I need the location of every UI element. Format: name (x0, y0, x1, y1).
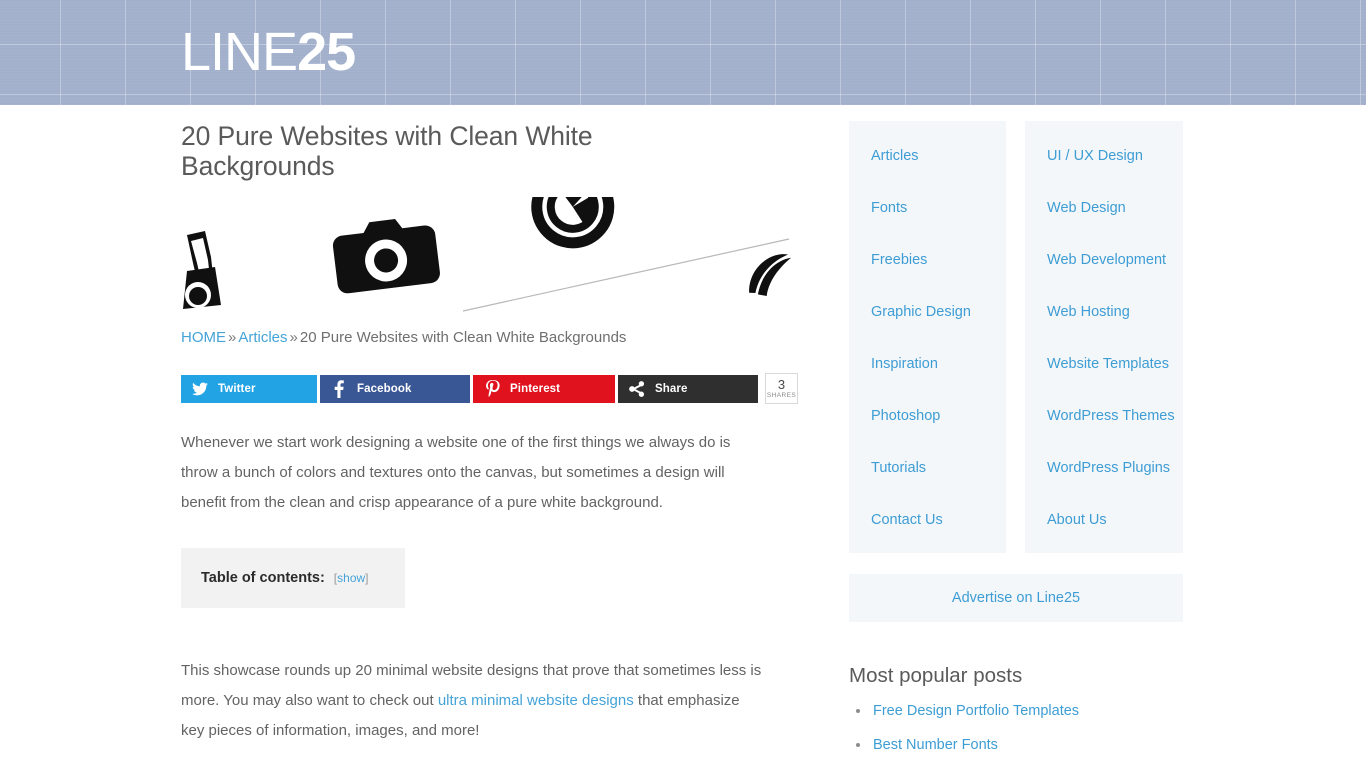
social-share-bar: Twitter Facebook Pinterest Share 3 SHARE… (181, 373, 801, 404)
share-twitter-label: Twitter (218, 383, 256, 395)
breadcrumb-separator: » (289, 329, 298, 346)
intro-paragraph: Whenever we start work designing a websi… (181, 434, 731, 511)
sidebar-item-tutorials[interactable]: Tutorials (871, 459, 1006, 477)
popular-posts-heading: Most popular posts (849, 664, 1023, 687)
share-count-label: SHARES (766, 391, 797, 399)
pinterest-icon (483, 380, 501, 398)
share-twitter-button[interactable]: Twitter (181, 375, 317, 403)
share-more-button[interactable]: Share (618, 375, 758, 403)
share-more-label: Share (655, 383, 688, 395)
share-pinterest-label: Pinterest (510, 383, 561, 395)
sidebar-item-wordpress-plugins[interactable]: WordPress Plugins (1047, 459, 1183, 477)
sidebar-item-graphic-design[interactable]: Graphic Design (871, 303, 1006, 321)
list-item: Best Number Fonts (849, 735, 1183, 755)
sidebar-item-wordpress-themes[interactable]: WordPress Themes (1047, 407, 1183, 425)
sidebar-item-web-design[interactable]: Web Design (1047, 199, 1183, 217)
sidebar: Articles Fonts Freebies Graphic Design I… (849, 121, 1183, 768)
share-facebook-button[interactable]: Facebook (320, 375, 470, 403)
table-of-contents-toggle[interactable]: [show] (334, 571, 369, 585)
site-header: LINE25 (0, 0, 1366, 105)
page-title: 20 Pure Websites with Clean White Backgr… (181, 121, 593, 181)
table-of-contents-label: Table of contents: (201, 570, 325, 586)
featured-image-graphic (181, 197, 801, 315)
breadcrumb-link-home[interactable]: HOME (181, 329, 226, 346)
sidebar-item-web-hosting[interactable]: Web Hosting (1047, 303, 1183, 321)
sidebar-item-inspiration[interactable]: Inspiration (871, 355, 1006, 373)
logo-text-bold: 25 (297, 22, 356, 82)
facebook-icon (330, 380, 348, 398)
popular-post-link-2[interactable]: Best Number Fonts (873, 737, 998, 753)
popular-post-link-1[interactable]: Free Design Portfolio Templates (873, 703, 1079, 719)
inline-link-ultra-minimal[interactable]: ultra minimal website designs (438, 692, 634, 709)
list-item: Free Design Portfolio Templates (849, 701, 1183, 721)
sidebar-item-about-us[interactable]: About Us (1047, 511, 1183, 529)
advertise-box[interactable]: Advertise on Line25 (849, 574, 1183, 622)
sidebar-item-website-templates[interactable]: Website Templates (1047, 355, 1183, 373)
toc-show-link[interactable]: show (337, 571, 365, 585)
sidebar-item-freebies[interactable]: Freebies (871, 251, 1006, 269)
table-of-contents-box: Table of contents: [show] (181, 548, 405, 608)
category-nav-column-right: UI / UX Design Web Design Web Developmen… (1025, 121, 1183, 553)
share-pinterest-button[interactable]: Pinterest (473, 375, 615, 403)
share-count-badge: 3 SHARES (765, 373, 798, 404)
body-paragraph: This showcase rounds up 20 minimal websi… (181, 656, 767, 746)
breadcrumb: HOME» Articles» 20 Pure Websites with Clea… (181, 327, 801, 349)
bracket-close: ] (365, 571, 369, 585)
category-nav: Articles Fonts Freebies Graphic Design I… (849, 121, 1183, 553)
logo-text-light: LINE (181, 22, 298, 82)
share-nodes-icon (628, 380, 646, 398)
breadcrumb-separator: » (228, 329, 237, 346)
sidebar-item-web-development[interactable]: Web Development (1047, 251, 1183, 269)
site-logo[interactable]: LINE25 (181, 22, 356, 82)
advertise-link[interactable]: Advertise on Line25 (952, 590, 1080, 606)
share-count-number: 3 (777, 376, 786, 392)
sidebar-item-ui-ux-design[interactable]: UI / UX Design (1047, 147, 1183, 165)
popular-posts-list: Free Design Portfolio Templates Best Num… (849, 701, 1183, 768)
sidebar-item-articles[interactable]: Articles (871, 147, 1006, 165)
article-column: 20 Pure Websites with Clean White Backgr… (181, 121, 801, 746)
sidebar-item-contact-us[interactable]: Contact Us (871, 511, 1006, 529)
category-nav-column-left: Articles Fonts Freebies Graphic Design I… (849, 121, 1007, 553)
sidebar-item-photoshop[interactable]: Photoshop (871, 407, 1006, 425)
breadcrumb-link-articles[interactable]: Articles (238, 329, 287, 346)
twitter-icon (191, 380, 209, 398)
share-facebook-label: Facebook (357, 383, 412, 395)
sidebar-item-fonts[interactable]: Fonts (871, 199, 1006, 217)
breadcrumb-current: 20 Pure Websites with Clean White Backgr… (299, 329, 627, 346)
featured-image (181, 197, 801, 315)
page-body: 20 Pure Websites with Clean White Backgr… (0, 105, 1366, 768)
